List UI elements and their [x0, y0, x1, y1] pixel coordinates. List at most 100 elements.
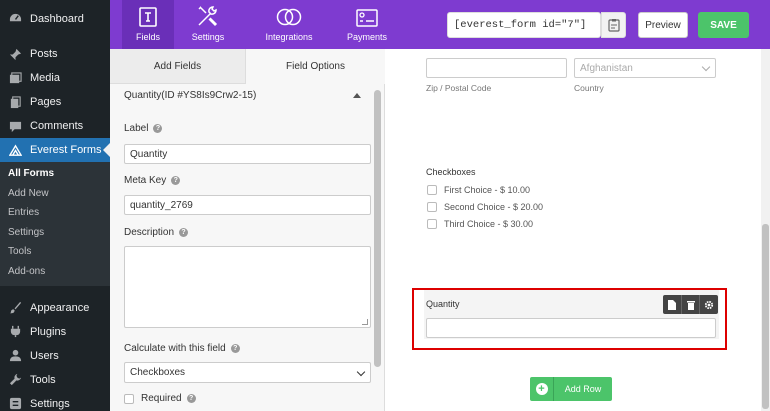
required-option[interactable]: Required ? [124, 393, 196, 404]
sidebar-item-label: Users [30, 349, 59, 362]
sidebar-item-plugins[interactable]: Plugins [0, 320, 110, 344]
country-sublabel: Country [574, 83, 604, 93]
tab-fields[interactable]: Fields [122, 0, 174, 49]
sidebar-item-label: Pages [30, 96, 62, 108]
help-icon[interactable]: ? [179, 228, 189, 237]
sidebar-item-label: Appearance [30, 301, 90, 314]
resize-grip-icon[interactable] [362, 319, 368, 325]
zip-input[interactable] [426, 58, 567, 78]
sidebar-item-label: Posts [30, 48, 58, 60]
label-input[interactable]: Quantity [124, 144, 371, 164]
select-value: Checkboxes [130, 367, 186, 378]
sidebar-item-media[interactable]: Media [0, 66, 110, 90]
shortcode-field[interactable]: [everest_form id="7"] [447, 12, 601, 38]
field-section-title: Quantity(ID #YS8Is9Crw2-15) [124, 89, 257, 101]
submenu-entries[interactable]: Entries [0, 203, 110, 223]
sidebar-item-posts[interactable]: Posts [0, 42, 110, 66]
sidebar-submenu: All Forms Add New Entries Settings Tools… [0, 162, 110, 286]
choice-label: Third Choice - $ 30.00 [444, 219, 534, 229]
tab-settings[interactable]: Settings [182, 0, 234, 49]
country-select-value: Afghanistan [580, 63, 633, 74]
sidebar-item-pages[interactable]: Pages [0, 90, 110, 114]
wp-admin-sidebar: Dashboard Posts Media Pages Comments Eve… [0, 0, 110, 411]
tab-field-options[interactable]: Field Options [246, 49, 385, 84]
chevron-down-icon [701, 62, 711, 72]
field-options-panel: Add Fields Field Options Quantity(ID #YS… [110, 49, 385, 411]
choice-checkbox[interactable] [427, 185, 437, 195]
choice-option[interactable]: Third Choice - $ 30.00 [427, 219, 533, 229]
collapse-caret-icon [353, 92, 361, 98]
pages-icon [8, 95, 22, 109]
sidebar-item-comments[interactable]: Comments [0, 114, 110, 138]
comment-icon [8, 119, 22, 133]
choice-checkbox[interactable] [427, 202, 437, 212]
calculate-field-select[interactable]: Checkboxes [124, 362, 371, 383]
option-title: Meta Key [124, 175, 167, 186]
tab-label: Integrations [265, 32, 313, 42]
payment-icon [356, 9, 378, 27]
plus-icon: + [530, 377, 554, 401]
field-section-header[interactable]: Quantity(ID #YS8Is9Crw2-15) [110, 84, 375, 106]
builder-toolbar: Fields Settings Integrations Payments [e… [110, 0, 770, 49]
tab-integrations[interactable]: Integrations [258, 0, 320, 49]
rings-icon [276, 8, 302, 26]
sidebar-item-label: Settings [30, 397, 70, 410]
submenu-add-new[interactable]: Add New [0, 184, 110, 204]
add-row-label: Add Row [564, 384, 602, 394]
sidebar-item-users[interactable]: Users [0, 344, 110, 368]
sidebar-item-label: Plugins [30, 325, 67, 338]
sidebar-item-tools[interactable]: Tools [0, 368, 110, 392]
help-icon[interactable]: ? [153, 124, 163, 133]
preview-button[interactable]: Preview [638, 12, 688, 38]
checkboxes-field-label: Checkboxes [426, 167, 476, 177]
plugin-icon [8, 325, 22, 339]
form-builder-canvas: Afghanistan Zip / Postal Code Country Ch… [385, 49, 770, 411]
fields-icon [139, 7, 157, 27]
submenu-settings[interactable]: Settings [0, 223, 110, 243]
help-icon[interactable]: ? [171, 176, 181, 185]
option-title: Calculate with this field [124, 343, 226, 354]
help-icon[interactable]: ? [186, 394, 196, 403]
sidebar-item-everest-forms[interactable]: Everest Forms [0, 138, 110, 162]
everest-forms-icon [8, 143, 22, 157]
zip-sublabel: Zip / Postal Code [426, 83, 492, 93]
submenu-tools[interactable]: Tools [0, 242, 110, 262]
sidebar-item-label: Tools [30, 373, 56, 386]
meta-key-input[interactable]: quantity_2769 [124, 195, 371, 215]
add-row-button[interactable]: + Add Row [530, 377, 612, 401]
sidebar-item-appearance[interactable]: Appearance [0, 296, 110, 320]
sidebar-item-dashboard[interactable]: Dashboard [0, 6, 110, 31]
choice-option[interactable]: Second Choice - $ 20.00 [427, 202, 543, 212]
country-select[interactable]: Afghanistan [574, 58, 716, 78]
tab-label: Fields [135, 32, 160, 42]
calculate-option-title: Calculate with this field ? [124, 343, 240, 354]
submenu-all-forms[interactable]: All Forms [0, 164, 110, 184]
scrollbar-thumb[interactable] [762, 224, 769, 409]
media-icon [8, 71, 22, 85]
choice-checkbox[interactable] [427, 219, 437, 229]
required-checkbox[interactable] [124, 393, 134, 404]
option-title: Label [124, 123, 149, 134]
sidebar-item-label: Comments [30, 120, 84, 132]
tab-label: Settings [191, 32, 225, 42]
copy-shortcode-button[interactable] [601, 12, 626, 38]
description-textarea[interactable] [124, 246, 371, 328]
submenu-add-ons[interactable]: Add-ons [0, 262, 110, 282]
panel-scrollbar[interactable] [374, 90, 381, 367]
choice-option[interactable]: First Choice - $ 10.00 [427, 185, 530, 195]
choice-label: First Choice - $ 10.00 [444, 185, 531, 195]
wrench-icon [8, 373, 22, 387]
builder-scrollbar[interactable] [761, 49, 770, 411]
pin-icon [8, 47, 22, 61]
label-option-title: Label ? [124, 123, 163, 134]
help-icon[interactable]: ? [230, 344, 240, 353]
option-title: Description [124, 227, 175, 238]
sidebar-item-label: Everest Forms [30, 144, 102, 156]
tab-payments[interactable]: Payments [342, 0, 392, 49]
save-button[interactable]: SAVE [698, 12, 749, 38]
required-label: Required [141, 393, 182, 404]
tab-add-fields[interactable]: Add Fields [110, 49, 246, 84]
sidebar-item-settings[interactable]: Settings [0, 392, 110, 411]
